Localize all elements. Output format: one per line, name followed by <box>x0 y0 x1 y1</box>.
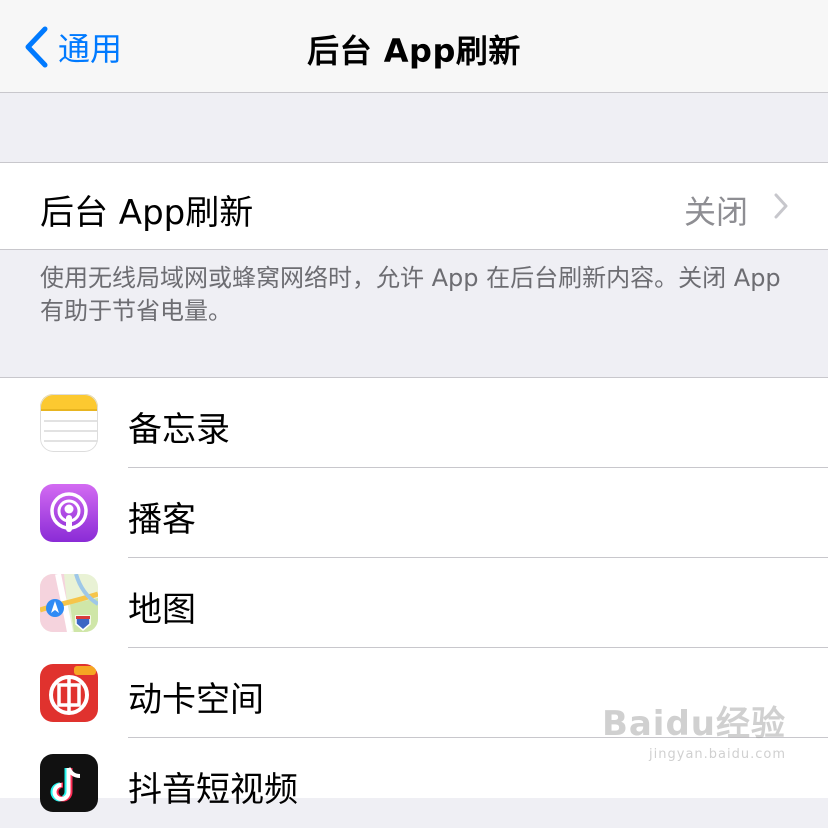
app-name: 备忘录 <box>128 410 230 450</box>
podcasts-icon <box>40 484 98 542</box>
list-item[interactable]: 备忘录 <box>0 378 828 468</box>
setting-label: 后台 App刷新 <box>40 193 254 233</box>
app-name: 地图 <box>128 590 196 630</box>
app-list: 备忘录 播客 地图 动卡空间 抖音短视频 <box>0 377 828 812</box>
page-title: 后台 App刷新 <box>307 32 521 70</box>
setting-value: 关闭 <box>683 193 748 231</box>
douyin-icon <box>40 754 98 812</box>
dongka-icon <box>40 664 98 722</box>
maps-icon <box>40 574 98 632</box>
list-item[interactable]: 抖音短视频 <box>0 738 828 828</box>
notes-icon <box>40 394 98 452</box>
list-item[interactable]: 播客 <box>0 468 828 558</box>
app-name: 抖音短视频 <box>128 770 298 810</box>
list-item[interactable]: 动卡空间 <box>0 648 828 738</box>
app-name: 播客 <box>128 500 196 540</box>
background-refresh-row[interactable]: 后台 App刷新 关闭 <box>0 162 828 250</box>
section-footer: 使用无线局域网或蜂窝网络时，允许 App 在后台刷新内容。关闭 App 有助于节… <box>40 264 781 325</box>
chevron-right-icon <box>774 193 788 223</box>
list-item[interactable]: 地图 <box>0 558 828 648</box>
app-name: 动卡空间 <box>128 680 264 720</box>
navigation-bar: 通用 后台 App刷新 <box>0 0 828 93</box>
